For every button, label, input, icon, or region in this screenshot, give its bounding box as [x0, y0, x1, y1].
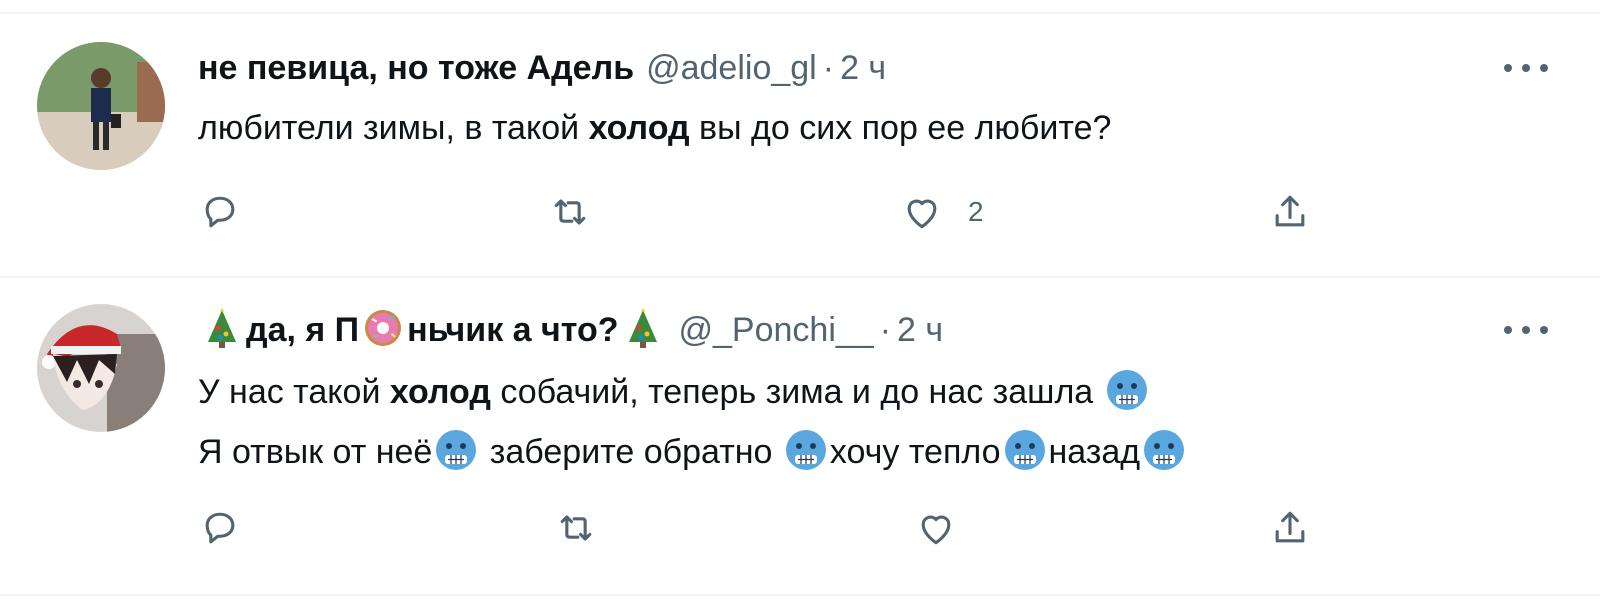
- tweet-2[interactable]: да, я П ньчик а что? @_Ponchi__ · 2 ч У нас …: [0, 278, 1600, 594]
- cold-face-emoji: [432, 426, 480, 474]
- tweet-text-line-2: Я отвык от неё заберите обратно хочу теп…: [198, 422, 1188, 482]
- like-count: 2: [968, 196, 984, 227]
- tweet-header: не певица, но тоже Адель @adelio_gl · 2 ч: [198, 42, 886, 94]
- separator-dot: ·: [822, 49, 835, 87]
- timestamp[interactable]: 2 ч: [897, 311, 943, 349]
- text-segment: Я отвык от неё: [198, 433, 433, 471]
- cold-face-emoji: [1140, 426, 1188, 474]
- display-name-part: ньчик а что?: [407, 311, 619, 349]
- text-segment: любители зимы, в такой: [198, 109, 589, 147]
- retweet-button[interactable]: [548, 184, 592, 240]
- heart-icon: [921, 515, 951, 545]
- retweet-button[interactable]: [554, 500, 598, 556]
- tweet-header: да, я П ньчик а что? @_Ponchi__ · 2 ч: [198, 304, 943, 356]
- text-segment: заберите обратно: [480, 433, 782, 471]
- text-segment: собачий, теперь зима и до нас зашла: [490, 373, 1103, 411]
- share-button[interactable]: [1268, 500, 1312, 556]
- display-name-part: да, я П: [246, 311, 360, 349]
- christmas-tree-emoji: [198, 304, 246, 352]
- cold-face-emoji: [1001, 426, 1049, 474]
- reply-button[interactable]: [198, 184, 242, 240]
- reply-button[interactable]: [198, 500, 242, 556]
- display-name[interactable]: да, я П ньчик а что?: [246, 310, 619, 349]
- christmas-tree-emoji: [619, 304, 667, 352]
- text-segment: У нас такой: [198, 373, 390, 411]
- cold-face-emoji: [1103, 366, 1151, 414]
- heart-icon: [907, 199, 937, 229]
- user-handle[interactable]: @_Ponchi__: [679, 311, 874, 349]
- cold-face-emoji: [782, 426, 830, 474]
- highlighted-keyword: холод: [389, 373, 491, 411]
- highlighted-keyword: холод: [588, 109, 690, 147]
- tweet-actions: 2: [198, 184, 1328, 240]
- avatar[interactable]: [37, 304, 165, 432]
- tweet-text: любители зимы, в такой холод вы до сих п…: [198, 98, 1111, 158]
- tweet-actions: [198, 500, 1328, 556]
- avatar[interactable]: [37, 42, 165, 170]
- timestamp[interactable]: 2 ч: [840, 49, 886, 87]
- reply-icon: [205, 196, 235, 228]
- text-segment: вы до сих пор ее любите?: [689, 109, 1112, 147]
- more-icon[interactable]: [1504, 304, 1548, 356]
- share-icon: [1275, 195, 1305, 227]
- like-button[interactable]: 2: [900, 184, 984, 240]
- share-button[interactable]: [1268, 184, 1312, 240]
- retweet-icon: [554, 199, 586, 225]
- donut-emoji: [359, 304, 407, 352]
- like-button[interactable]: [914, 500, 958, 556]
- tweet-1[interactable]: не певица, но тоже Адель @adelio_gl · 2 ч л…: [0, 14, 1600, 276]
- tweet-text: У нас такой холод собачий, теперь зима и…: [198, 362, 1188, 482]
- separator-dot: ·: [879, 311, 892, 349]
- share-icon: [1275, 511, 1305, 543]
- text-segment: назад: [1048, 433, 1141, 471]
- text-segment: хочу тепло: [829, 433, 1001, 471]
- bottom-separator: [0, 594, 1600, 596]
- more-icon[interactable]: [1504, 42, 1548, 94]
- retweet-icon: [560, 515, 592, 541]
- reply-icon: [205, 512, 235, 544]
- tweet-text-line-1: У нас такой холод собачий, теперь зима и…: [198, 362, 1188, 422]
- display-name[interactable]: не певица, но тоже Адель: [198, 49, 634, 87]
- user-handle[interactable]: @adelio_gl: [646, 49, 817, 87]
